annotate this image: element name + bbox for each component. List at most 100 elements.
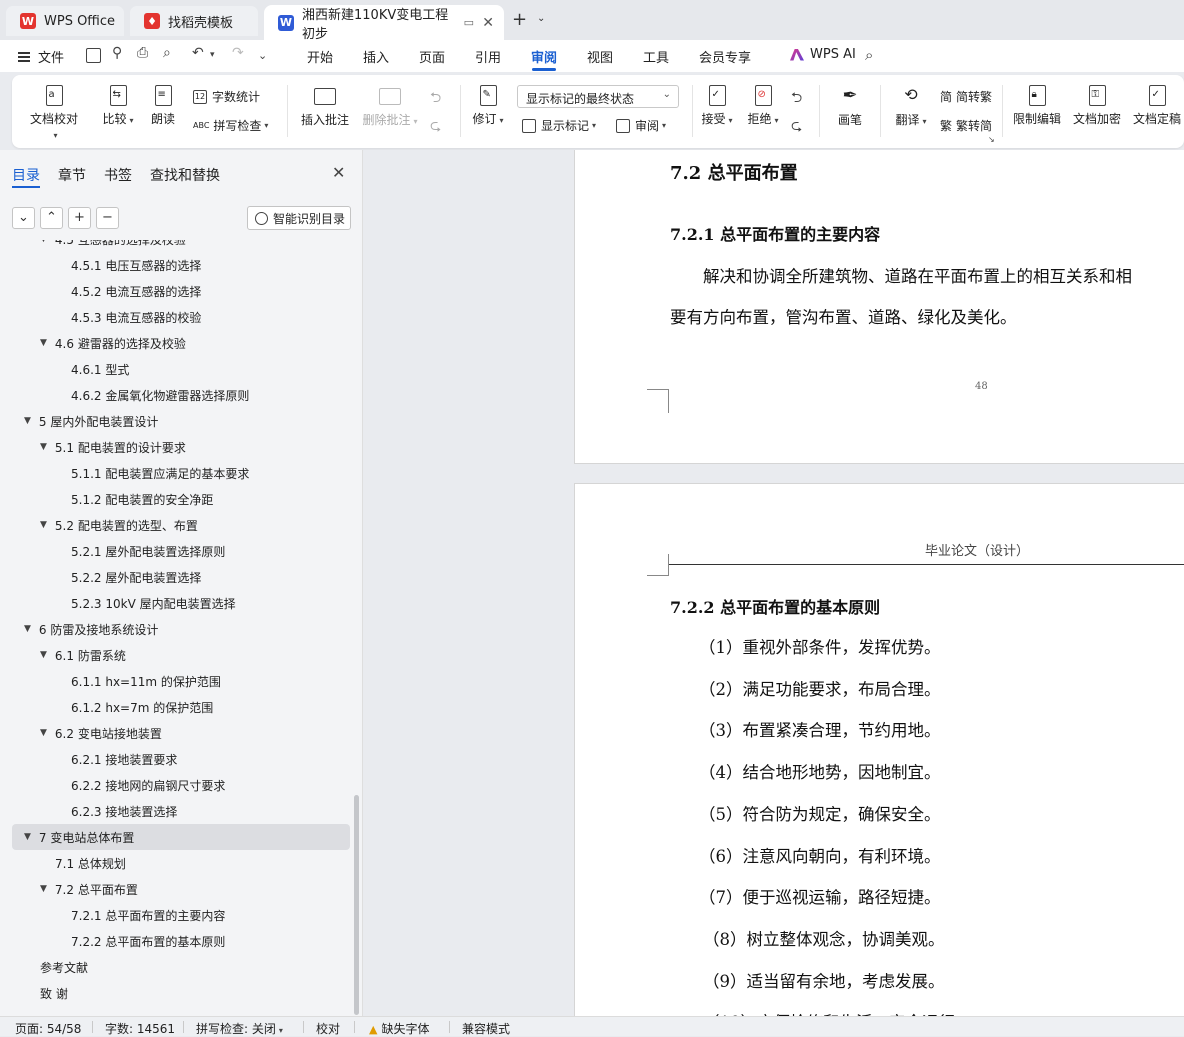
toc-item[interactable]: 6.2.3 接地装置选择 bbox=[0, 798, 352, 824]
principle-item[interactable]: （10）方便检修和生活，安全运行。 bbox=[703, 1009, 972, 1016]
menu-reference[interactable]: 引用 bbox=[475, 47, 501, 66]
remove-heading-icon[interactable]: − bbox=[96, 207, 119, 229]
delete-comment-button[interactable]: 删除批注 ▾ bbox=[359, 85, 421, 128]
toc-item[interactable]: 5.2.1 屋外配电装置选择原则 bbox=[0, 538, 352, 564]
scrollbar[interactable] bbox=[354, 795, 359, 1015]
toc-item[interactable]: 6.2.1 接地装置要求 bbox=[0, 746, 352, 772]
toc-item[interactable]: ▼ 6.2 变电站接地装置 bbox=[0, 720, 352, 746]
principle-item[interactable]: （4）结合地形地势，因地制宜。 bbox=[699, 759, 941, 783]
insert-comment-button[interactable]: 插入批注 bbox=[299, 85, 351, 128]
toc-item[interactable]: ▼ 4.6 避雷器的选择及校验 bbox=[0, 330, 352, 356]
toc-item[interactable]: 6.1.1 hx=11m 的保护范围 bbox=[0, 668, 352, 694]
toc-item[interactable]: 4.5.1 电压互感器的选择 bbox=[0, 252, 352, 278]
next-change-icon[interactable]: ⮎ bbox=[791, 115, 802, 139]
markup-state-select[interactable]: 显示标记的最终状态 ⌄ bbox=[517, 85, 679, 108]
word-count-button[interactable]: 12 字数统计 bbox=[193, 88, 260, 105]
subsection-heading[interactable]: 7.2.2 总平面布置的基本原则 bbox=[670, 594, 880, 618]
toc-item[interactable]: 致 谢 bbox=[0, 980, 352, 1006]
toc-item[interactable]: 4.6.2 金属氧化物避雷器选择原则 bbox=[0, 382, 352, 408]
toc-item[interactable]: 4.6.1 型式 bbox=[0, 356, 352, 382]
close-tab-icon[interactable]: ✕ bbox=[482, 15, 494, 31]
menu-tools[interactable]: 工具 bbox=[643, 47, 669, 66]
more-icon[interactable]: ⌄ bbox=[258, 49, 267, 62]
expand-icon[interactable]: ⌃ bbox=[40, 207, 63, 229]
toc-item[interactable]: ▼ 7.2 总平面布置 bbox=[0, 876, 352, 902]
toc-item[interactable]: 4.5.2 电流互感器的选择 bbox=[0, 278, 352, 304]
restrict-edit-button[interactable]: 🔒︎ 限制编辑 bbox=[1012, 85, 1062, 127]
add-heading-icon[interactable]: + bbox=[68, 207, 91, 229]
expand-triangle-icon[interactable]: ▼ bbox=[40, 884, 47, 894]
reject-button[interactable]: ⊘ 拒绝 ▾ bbox=[744, 85, 782, 127]
toc-item[interactable]: 7.2.1 总平面布置的主要内容 bbox=[0, 902, 352, 928]
tab-wps-office[interactable]: W WPS Office bbox=[6, 6, 124, 36]
principle-item[interactable]: （1）重视外部条件，发挥优势。 bbox=[699, 634, 941, 658]
wps-ai-button[interactable]: WPS AI bbox=[790, 47, 856, 62]
expand-triangle-icon[interactable]: ▼ bbox=[24, 832, 31, 842]
print-icon[interactable]: ⎙ bbox=[137, 45, 148, 61]
window-icon[interactable]: ▭ bbox=[464, 16, 474, 29]
encrypt-button[interactable]: ⚿ 文档加密 bbox=[1072, 85, 1122, 127]
show-markup-button[interactable]: 显示标记 ▾ bbox=[522, 117, 596, 134]
accept-button[interactable]: ✓ 接受 ▾ bbox=[698, 85, 736, 127]
prev-change-icon[interactable]: ⮌ bbox=[791, 87, 802, 111]
principle-item[interactable]: （5）符合防为规定，确保安全。 bbox=[699, 801, 941, 825]
save-icon[interactable] bbox=[86, 48, 101, 63]
to-traditional-button[interactable]: 简 简转繁 bbox=[940, 88, 992, 105]
expand-triangle-icon[interactable]: ▼ bbox=[40, 338, 47, 348]
pen-button[interactable]: ✒ 画笔 bbox=[835, 85, 865, 128]
expand-group-icon[interactable]: ↘ bbox=[988, 135, 995, 144]
tab-bookmarks[interactable]: 书签 bbox=[104, 165, 132, 185]
spell-check-status[interactable]: 拼写检查: 关闭 ▾ bbox=[196, 1020, 283, 1037]
finalize-button[interactable]: ✓ 文档定稿 bbox=[1132, 85, 1182, 127]
new-tab-icon[interactable]: + bbox=[512, 9, 527, 30]
toc-item[interactable]: 5.2.2 屋外配电装置选择 bbox=[0, 564, 352, 590]
menu-home[interactable]: 开始 bbox=[307, 47, 333, 66]
toc-item[interactable]: 7.1 总体规划 bbox=[0, 850, 352, 876]
proof-status[interactable]: 校对 bbox=[316, 1020, 340, 1037]
principle-item[interactable]: （9）适当留有余地，考虑发展。 bbox=[703, 968, 945, 992]
read-aloud-button[interactable]: ≡ 朗读 bbox=[150, 85, 176, 127]
paragraph-line[interactable]: 要有方向布置，管沟布置、道路、绿化及美化。 bbox=[670, 304, 1017, 328]
expand-triangle-icon[interactable]: ▼ bbox=[40, 520, 47, 530]
review-pane-button[interactable]: 审阅 ▾ bbox=[616, 117, 666, 134]
menu-insert[interactable]: 插入 bbox=[363, 47, 389, 66]
expand-triangle-icon[interactable]: ▼ bbox=[24, 416, 31, 426]
page-indicator[interactable]: 页面: 54/58 bbox=[15, 1020, 81, 1037]
toc-item[interactable]: 5.1.1 配电装置应满足的基本要求 bbox=[0, 460, 352, 486]
toc-item[interactable]: 6.1.2 hx=7m 的保护范围 bbox=[0, 694, 352, 720]
principle-item[interactable]: （6）注意风向朝向，有利环境。 bbox=[699, 843, 941, 867]
menu-review[interactable]: 审阅 bbox=[531, 47, 557, 66]
track-changes-button[interactable]: ✎ 修订 ▾ bbox=[469, 85, 507, 127]
toc-item[interactable]: ▼ 6 防雷及接地系统设计 bbox=[0, 616, 352, 642]
toc-item[interactable]: 5.1.2 配电装置的安全净距 bbox=[0, 486, 352, 512]
toc-item[interactable]: ▼ 5 屋内外配电装置设计 bbox=[0, 408, 352, 434]
toc-item[interactable]: 参考文献 bbox=[0, 954, 352, 980]
subsection-heading[interactable]: 7.2.1 总平面布置的主要内容 bbox=[670, 221, 880, 245]
compare-button[interactable]: ⇆ 比较 ▾ bbox=[98, 85, 138, 127]
principle-item[interactable]: （8）树立整体观念，协调美观。 bbox=[703, 926, 945, 950]
prev-comment-icon[interactable]: ⮌ bbox=[430, 87, 441, 111]
toc-item[interactable]: ▼ 4.5 互感器的选择及校验 bbox=[0, 240, 352, 252]
toc-item[interactable]: ▼ 7 变电站总体布置 bbox=[12, 824, 350, 850]
missing-font-status[interactable]: ▲ 缺失字体 bbox=[369, 1020, 429, 1037]
close-icon[interactable]: ✕ bbox=[332, 163, 345, 182]
redo-icon[interactable]: ↷ bbox=[232, 45, 244, 61]
expand-triangle-icon[interactable]: ▼ bbox=[24, 624, 31, 634]
toc-item[interactable]: 5.2.3 10kV 屋内配电装置选择 bbox=[0, 590, 352, 616]
menu-member[interactable]: 会员专享 bbox=[699, 47, 751, 66]
tab-document[interactable]: W 湘西新建110KV变电工程初步 ▭ ✕ bbox=[264, 5, 504, 42]
file-menu[interactable]: 文件 bbox=[18, 47, 64, 66]
toc-item[interactable]: ▼ 5.2 配电装置的选型、布置 bbox=[0, 512, 352, 538]
principle-item[interactable]: （7）便于巡视运输，路径短捷。 bbox=[699, 884, 941, 908]
collapse-icon[interactable]: ⌄ bbox=[12, 207, 35, 229]
share-icon[interactable]: ⚲ bbox=[112, 45, 122, 61]
menu-page[interactable]: 页面 bbox=[419, 47, 445, 66]
chevron-down-icon[interactable]: ⌄ bbox=[537, 13, 545, 24]
smart-toc-button[interactable]: 智能识别目录 bbox=[247, 206, 351, 230]
tab-toc[interactable]: 目录 bbox=[12, 165, 40, 185]
toc-item[interactable]: 4.5.3 电流互感器的校验 bbox=[0, 304, 352, 330]
translate-button[interactable]: ⟲ 翻译 ▾ bbox=[892, 85, 930, 128]
word-count-status[interactable]: 字数: 14561 bbox=[105, 1020, 175, 1037]
spell-check-button[interactable]: ABC 拼写检查 ▾ bbox=[193, 117, 268, 134]
to-simplified-button[interactable]: 繁 繁转简 bbox=[940, 117, 992, 134]
